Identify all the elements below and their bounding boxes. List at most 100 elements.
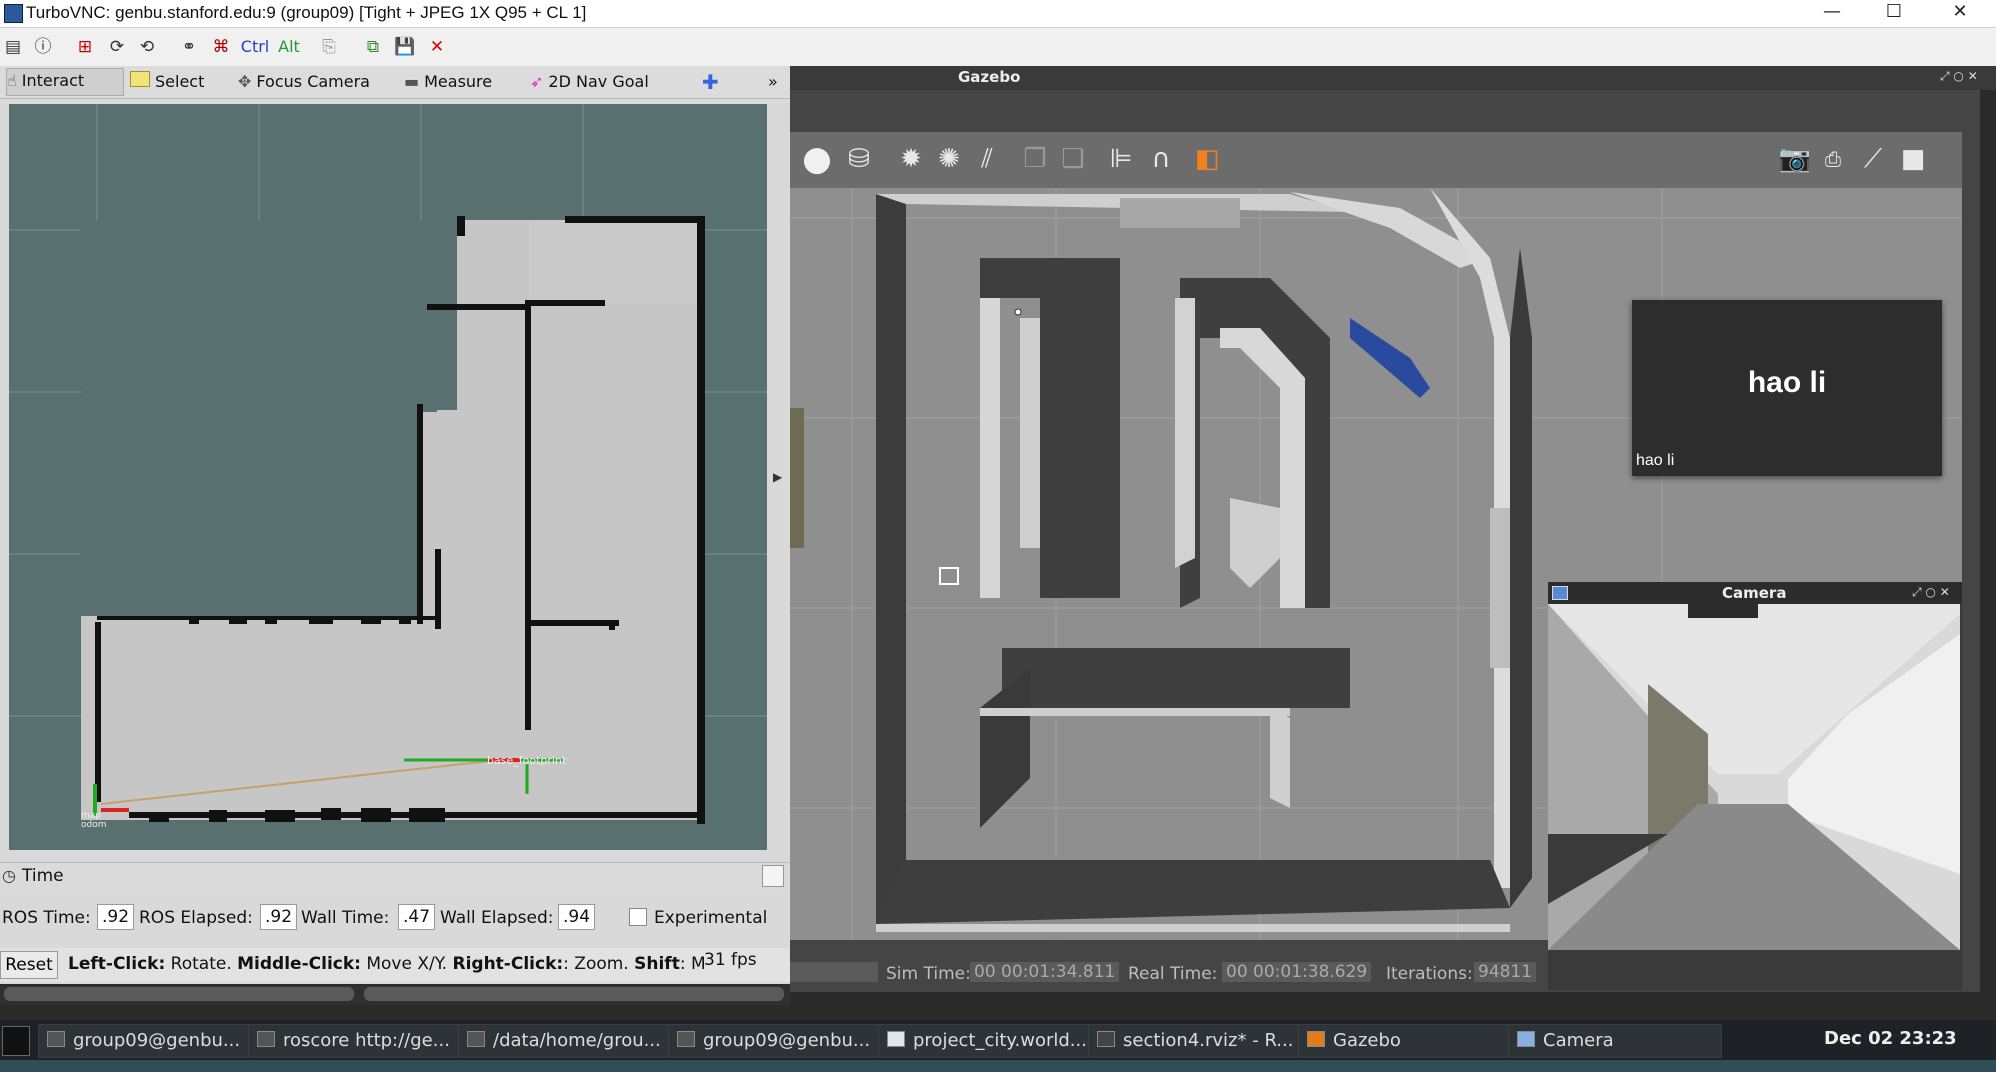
- change-view-icon[interactable]: ◧: [1190, 142, 1224, 176]
- shift-rest-hint: : M: [679, 954, 706, 974]
- rviz-map-view[interactable]: base_footprint map odom: [9, 104, 767, 850]
- wall-elapsed-field[interactable]: .94: [558, 904, 596, 930]
- paste-icon[interactable]: ❏: [1056, 142, 1090, 176]
- new-connection-icon[interactable]: ⧉: [360, 35, 386, 59]
- measure-tool-button[interactable]: ▬ Measure: [404, 70, 492, 94]
- taskbar-item-label: project_city.world...: [913, 1030, 1087, 1051]
- panel-float-button[interactable]: [762, 865, 784, 887]
- participant-name-small: hao li: [1636, 452, 1675, 469]
- save-icon[interactable]: 💾: [392, 35, 418, 59]
- ctrl-key-button[interactable]: Ctrl: [240, 35, 270, 59]
- minimize-button[interactable]: —: [1802, 0, 1862, 27]
- horizontal-scrollbar-right[interactable]: [364, 987, 784, 1001]
- camera-window-title: Camera: [1722, 584, 1787, 602]
- taskbar-item-terminal-2[interactable]: group09@genbu...: [668, 1024, 882, 1058]
- connection-info-icon[interactable]: ⓘ: [30, 35, 56, 59]
- pink-arrow-icon: ➶: [530, 72, 544, 91]
- horizontal-scrollbar[interactable]: [4, 987, 354, 1001]
- reset-button[interactable]: Reset: [0, 951, 58, 979]
- close-button[interactable]: ✕: [1930, 0, 1990, 27]
- taskbar-item-rviz[interactable]: section4.rviz* - R...: [1088, 1024, 1302, 1058]
- gazebo-icon: [1307, 1031, 1325, 1047]
- rotate-hint: Rotate.: [165, 954, 238, 974]
- time-panel-values: ROS Time: .92 ROS Elapsed: .92 Wall Time…: [0, 900, 790, 936]
- ctrl-esc-icon[interactable]: ⌘: [208, 35, 234, 59]
- window-title-bar[interactable]: TurboVNC: genbu.stanford.edu:9 (group09)…: [0, 0, 1996, 28]
- participant-video-tile[interactable]: hao li hao li: [1632, 300, 1942, 476]
- wall-painting-right: [1490, 508, 1510, 668]
- fullscreen-icon[interactable]: ⊞: [72, 35, 98, 59]
- interact-tool-button[interactable]: ☝ Interact: [6, 68, 124, 96]
- plot-icon[interactable]: ⟋: [1856, 142, 1890, 176]
- wall-painting-cat: [1120, 198, 1240, 228]
- select-tool-label: Select: [155, 72, 205, 91]
- gazebo-window-controls-icon[interactable]: ⤢ ○ ✕: [1940, 69, 1978, 84]
- ruler-icon: ▬: [404, 72, 420, 91]
- ros-time-field[interactable]: .92: [97, 904, 135, 930]
- window-title: TurboVNC: genbu.stanford.edu:9 (group09)…: [26, 3, 587, 22]
- clipboard-icon[interactable]: ⎘: [316, 35, 342, 59]
- rviz-bottom-edge: [0, 985, 790, 1005]
- screenshot-camera-icon[interactable]: 📷: [1778, 142, 1812, 176]
- experimental-label: Experimental: [654, 908, 768, 928]
- directional-light-icon[interactable]: ⫽: [970, 142, 1004, 176]
- copy-icon[interactable]: ❐: [1018, 142, 1052, 176]
- wall-time-field[interactable]: .47: [398, 904, 436, 930]
- add-tool-plus-icon[interactable]: ✚: [702, 70, 719, 94]
- occupancy-map-svg: [9, 104, 767, 850]
- terminal-icon: [257, 1031, 275, 1047]
- shift-hint: Shift: [634, 954, 680, 974]
- experimental-checkbox[interactable]: [629, 908, 647, 926]
- text-editor-icon: [887, 1031, 905, 1047]
- participant-name-large: hao li: [1747, 366, 1827, 399]
- terminal-icon: [47, 1031, 65, 1047]
- ctrl-alt-del-icon[interactable]: ⚭: [176, 35, 202, 59]
- real-time-label: Real Time:: [1128, 964, 1218, 984]
- align-icon[interactable]: ⊫: [1104, 142, 1138, 176]
- disconnect-icon[interactable]: ✕: [424, 35, 450, 59]
- camera-window-controls-icon[interactable]: ⤢ ○ ✕: [1912, 585, 1950, 600]
- taskbar-item-terminal-1[interactable]: group09@genbu...: [38, 1024, 252, 1058]
- gazebo-play-controls[interactable]: [790, 962, 878, 982]
- fps-counter: 31 fps: [704, 950, 757, 970]
- gazebo-status-bar: Sim Time: 00 00:01:34.811 Real Time: 00 …: [790, 958, 1550, 988]
- taskbar-item-gazebo[interactable]: Gazebo: [1298, 1024, 1512, 1058]
- collapse-right-arrow-icon[interactable]: ▶: [773, 470, 782, 484]
- alt-key-button[interactable]: Alt: [274, 35, 304, 59]
- ros-time-label: ROS Time:: [2, 908, 91, 928]
- taskbar-item-data-home[interactable]: /data/home/grou...: [458, 1024, 672, 1058]
- log-icon[interactable]: ⎙: [1816, 142, 1850, 176]
- wall-time-label: Wall Time:: [301, 908, 390, 928]
- refresh-icon[interactable]: ⟳: [104, 35, 130, 59]
- connection-options-icon[interactable]: ▤: [0, 35, 26, 59]
- time-panel-title: Time: [22, 866, 64, 886]
- terminal-icon: [677, 1031, 695, 1047]
- spot-light-icon[interactable]: ✺: [932, 142, 966, 176]
- taskbar-item-label: section4.rviz* - R...: [1123, 1030, 1294, 1051]
- taskbar-item-project-world[interactable]: project_city.world...: [878, 1024, 1092, 1058]
- cylinder-shape-icon[interactable]: ⛁: [842, 142, 876, 176]
- nav-goal-label: 2D Nav Goal: [548, 72, 649, 91]
- sphere-shape-icon[interactable]: ●: [800, 142, 834, 176]
- odom-frame-label: map odom: [81, 811, 107, 830]
- right-click-hint: Right-Click:: [452, 954, 564, 974]
- gazebo-window-header[interactable]: Gazebo ⤢ ○ ✕: [790, 66, 1996, 90]
- zoom-hint: : Zoom.: [563, 954, 635, 974]
- point-light-icon[interactable]: ✹: [894, 142, 928, 176]
- show-desktop-icon[interactable]: [2, 1026, 30, 1056]
- video-record-icon[interactable]: ■: [1896, 142, 1930, 176]
- taskbar-item-label: Camera: [1543, 1030, 1614, 1051]
- ros-elapsed-field[interactable]: .92: [260, 904, 298, 930]
- taskbar-item-camera[interactable]: Camera: [1508, 1024, 1722, 1058]
- crosshair-icon: ✥: [238, 72, 252, 91]
- more-tools-button[interactable]: »: [768, 70, 778, 94]
- taskbar-item-roscore[interactable]: roscore http://ge...: [248, 1024, 462, 1058]
- middle-click-hint: Middle-Click:: [237, 954, 361, 974]
- maximize-button[interactable]: ☐: [1864, 0, 1924, 27]
- camera-window-header[interactable]: Camera ⤢ ○ ✕: [1548, 582, 1962, 604]
- snap-magnet-icon[interactable]: ∩: [1144, 142, 1178, 176]
- focus-camera-tool-button[interactable]: ✥ Focus Camera: [238, 70, 370, 94]
- lossless-refresh-icon[interactable]: ⟲: [134, 35, 160, 59]
- select-tool-button[interactable]: Select: [130, 70, 204, 94]
- nav-goal-tool-button[interactable]: ➶ 2D Nav Goal: [530, 70, 649, 94]
